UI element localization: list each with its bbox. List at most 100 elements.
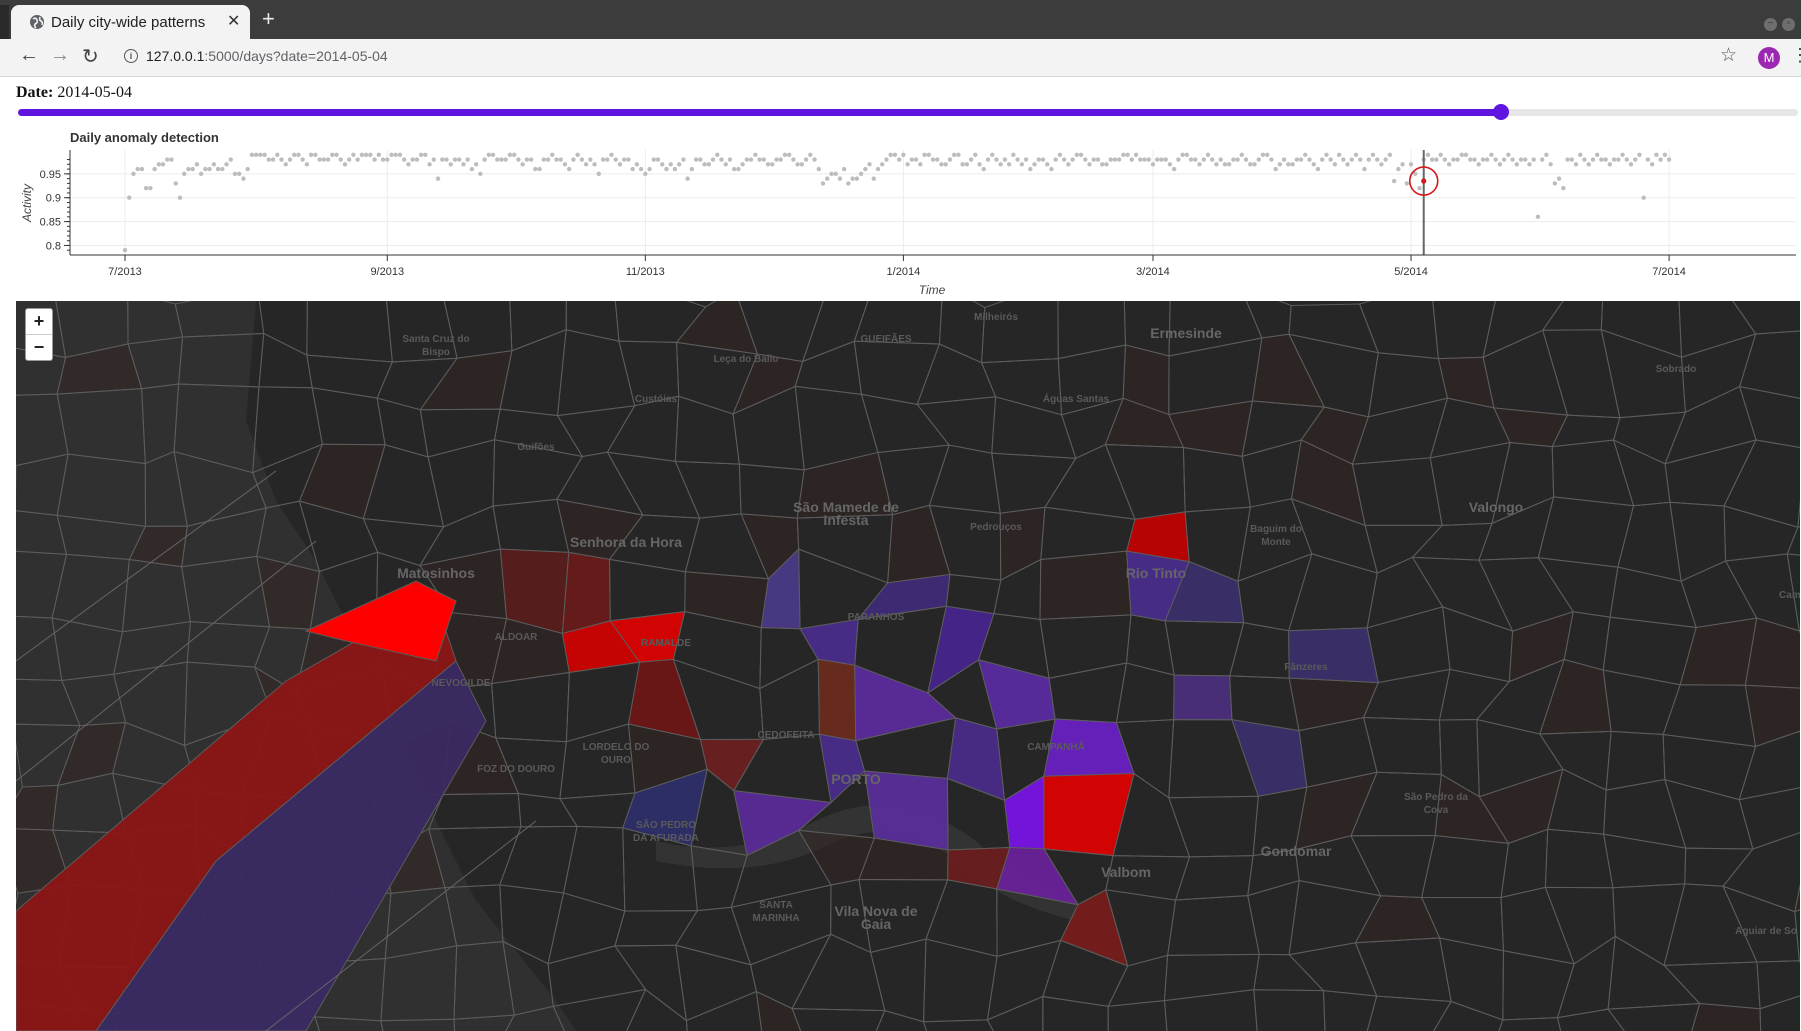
- chart-point: [545, 157, 551, 162]
- bookmark-star-icon[interactable]: ☆: [1720, 44, 1737, 67]
- chart-point: [1294, 157, 1300, 162]
- chart-point: [1049, 166, 1054, 172]
- chart-point: [1607, 162, 1613, 167]
- voronoi-cell: [311, 387, 386, 446]
- chart-point: [782, 152, 788, 157]
- chart-point: [300, 157, 305, 162]
- maximize-window-button[interactable]: ▫: [1782, 18, 1795, 31]
- voronoi-cell: [509, 301, 567, 352]
- chart-point: [1658, 157, 1663, 162]
- chart-point: [1138, 157, 1143, 162]
- map-place-label-line: Leça do Balio: [713, 354, 779, 365]
- voronoi-cell: [684, 571, 770, 629]
- voronoi-cell: [794, 340, 863, 395]
- site-info-icon[interactable]: i: [124, 49, 138, 63]
- map-place-label-line: Cova: [1423, 805, 1449, 816]
- chart-point: [1171, 166, 1177, 172]
- chart-point: [575, 152, 580, 157]
- chart-point: [1155, 157, 1160, 162]
- chart-point: [211, 162, 217, 167]
- chart-point: [1121, 152, 1126, 157]
- chart-point: [566, 166, 572, 172]
- voronoi-cell: [1253, 989, 1326, 1031]
- voronoi-cell: [916, 396, 997, 454]
- voronoi-cell: [1288, 303, 1380, 354]
- chart-point: [968, 157, 974, 162]
- map-view[interactable]: Santa Cruz do Bispo Leça do Balio GUEIFÃES M…: [16, 301, 1800, 1031]
- voronoi-cell: [1104, 397, 1185, 449]
- chart-point: [292, 152, 297, 157]
- voronoi-cell: [16, 784, 59, 831]
- date-slider-thumb[interactable]: [1492, 104, 1509, 120]
- chart-point: [1501, 157, 1507, 162]
- chart-point: [1150, 162, 1156, 167]
- forward-arrow-icon[interactable]: →: [50, 44, 70, 67]
- chart-point: [786, 152, 792, 157]
- voronoi-cell: [1174, 855, 1254, 901]
- chart-point: [863, 166, 868, 172]
- chart-point: [347, 157, 352, 162]
- browser-menu-icon[interactable]: ⋮: [1791, 46, 1801, 64]
- chart-point: [173, 181, 178, 186]
- anomaly-chart[interactable]: Daily anomaly detection 7/2013 9/2013 11/2…: [0, 125, 1801, 300]
- chart-point: [761, 157, 766, 162]
- chart-point: [465, 157, 470, 162]
- chart-point: [389, 152, 394, 157]
- chart-point: [1633, 157, 1638, 162]
- browser-tab[interactable]: Daily city-wide patterns ✕: [11, 5, 250, 39]
- chart-point: [203, 166, 208, 172]
- voronoi-cell: [1004, 775, 1045, 850]
- voronoi-cell: [1678, 301, 1757, 358]
- chart-point: [626, 157, 631, 162]
- chart-point: [1476, 162, 1481, 167]
- chart-point: [313, 152, 318, 157]
- voronoi-cell: [674, 395, 740, 465]
- reload-icon[interactable]: ↻: [82, 44, 99, 69]
- chart-point: [664, 166, 669, 172]
- chart-point: [892, 152, 898, 157]
- chart-point: [702, 162, 707, 167]
- back-arrow-icon[interactable]: ←: [19, 44, 39, 67]
- chart-point: [1210, 157, 1215, 162]
- voronoi-cell: [1542, 329, 1621, 419]
- chart-point: [270, 157, 276, 162]
- chart-point: [228, 157, 233, 162]
- tab-strip-edge: [0, 5, 9, 39]
- chart-point: [1286, 162, 1291, 167]
- chart-point: [1396, 166, 1401, 172]
- chart-point: [1400, 162, 1405, 167]
- chart-y-tick-label: 0.95: [40, 169, 61, 181]
- voronoi-cell: [1544, 828, 1614, 889]
- chart-point: [588, 157, 593, 162]
- chart-point: [1489, 152, 1494, 157]
- voronoi-cell: [1247, 879, 1300, 956]
- chart-point: [1463, 152, 1469, 157]
- chart-point: [152, 166, 157, 172]
- zoom-out-button[interactable]: −: [26, 334, 52, 360]
- chart-point: [516, 157, 521, 162]
- voronoi-cell: [1042, 995, 1109, 1031]
- map-place-label-line: CAMPANHÃ: [1027, 742, 1085, 753]
- chart-point: [1561, 185, 1566, 191]
- tab-close-icon[interactable]: ✕: [227, 11, 240, 31]
- new-tab-button[interactable]: +: [262, 8, 275, 30]
- voronoi-cell: [1433, 1000, 1504, 1031]
- voronoi-cell: [1057, 301, 1127, 360]
- profile-avatar[interactable]: M: [1758, 47, 1780, 69]
- map-place-label: Vila Nova de Gaia: [834, 904, 917, 931]
- map-place-label-line: NEVOGILDE: [431, 678, 491, 689]
- address-bar[interactable]: i 127.0.0.1:5000/days?date=2014-05-04: [114, 44, 1714, 70]
- url-text: 127.0.0.1:5000/days?date=2014-05-04: [146, 48, 388, 64]
- voronoi-cell: [559, 792, 636, 829]
- chart-point: [753, 152, 758, 157]
- zoom-in-button[interactable]: +: [26, 309, 52, 334]
- voronoi-cell: [427, 439, 496, 528]
- chart-point: [1201, 157, 1206, 162]
- voronoi-cell: [925, 879, 998, 957]
- chart-point: [1095, 157, 1101, 162]
- chart-point: [287, 157, 293, 162]
- chart-point: [507, 152, 513, 157]
- minimize-window-button[interactable]: −: [1764, 18, 1777, 31]
- chart-y-axis-label: Activity: [20, 183, 34, 223]
- voronoi-cell: [1603, 778, 1687, 849]
